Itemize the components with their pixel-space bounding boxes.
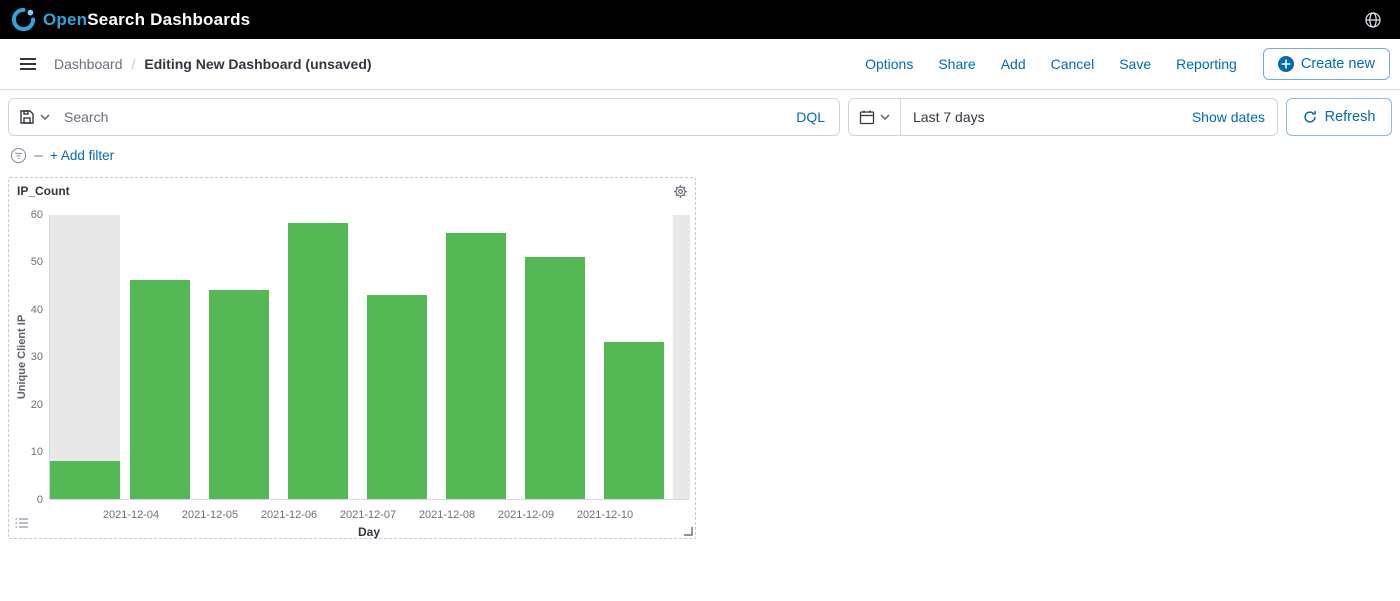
share-button[interactable]: Share [938,56,975,72]
date-quick-select-button[interactable] [849,99,901,135]
chevron-down-icon [880,114,890,120]
chart-bar[interactable] [130,280,190,499]
filter-icon [10,147,27,164]
x-axis-tick-label: 2021-12-06 [261,509,317,521]
chart-bar[interactable] [209,290,269,499]
x-axis-title: Day [358,525,380,539]
breadcrumb-dashboard-link[interactable]: Dashboard [54,56,123,72]
add-filter-button[interactable]: + Add filter [50,148,114,163]
legend-toggle-button[interactable] [13,515,31,534]
query-language-button[interactable]: DQL [782,109,839,125]
chart-bar[interactable] [367,295,427,499]
partial-bucket-band [673,215,690,499]
partial-bucket-band [50,215,120,499]
panel-resize-handle[interactable] [683,526,693,536]
saved-query-icon [19,109,35,125]
cancel-button[interactable]: Cancel [1051,56,1095,72]
options-button[interactable]: Options [865,56,913,72]
date-picker: Last 7 days Show dates [848,98,1278,136]
save-button[interactable]: Save [1119,56,1151,72]
panel-title: IP_Count [17,184,70,198]
chart-bar[interactable] [446,233,506,499]
filter-bar: + Add filter [0,136,1400,164]
y-axis-tick-label: 10 [23,446,43,458]
x-axis-tick-label: 2021-12-08 [419,509,475,521]
opensearch-logo-icon [12,8,35,31]
reporting-button[interactable]: Reporting [1176,56,1237,72]
dashboard-toolbar: Dashboard / Editing New Dashboard (unsav… [0,39,1400,90]
y-axis-tick-label: 20 [23,399,43,411]
chevron-down-icon [40,114,50,120]
toolbar-menu: Options Share Add Cancel Save Reporting [865,56,1237,72]
top-header-bar: OpenSearch Dashboards [0,0,1400,39]
query-bar: DQL Last 7 days Show dates [0,90,1400,136]
globe-icon [1364,11,1382,29]
dashboard-panel: IP_Count Unique Client IP Day 0102030405… [8,177,696,539]
resize-corner-icon [683,526,693,536]
refresh-button[interactable]: Refresh [1286,98,1392,136]
y-axis-tick-label: 30 [23,351,43,363]
gear-icon [673,184,688,199]
chart-bar[interactable] [525,257,585,499]
breadcrumb-current: Editing New Dashboard (unsaved) [144,56,371,72]
legend-list-icon [15,517,29,529]
opensearch-dashboards-app: OpenSearch Dashboards Dashboard / Editin… [0,0,1400,539]
logo-text: OpenSearch Dashboards [43,10,250,30]
y-axis-tick-label: 40 [23,304,43,316]
y-axis-tick-label: 0 [23,494,43,506]
y-axis-tick-label: 60 [23,209,43,221]
create-new-button[interactable]: Create new [1263,48,1390,80]
x-axis-tick-label: 2021-12-07 [340,509,396,521]
filter-dash [34,155,43,157]
nav-menu-button[interactable] [16,53,40,75]
plus-in-circle-icon [1278,56,1294,72]
plot-area [49,215,689,500]
globe-button[interactable] [1360,7,1386,33]
refresh-icon [1303,110,1317,124]
breadcrumb: Dashboard / Editing New Dashboard (unsav… [54,56,372,72]
chart-bar[interactable] [50,461,120,499]
search-box: DQL [8,98,840,136]
breadcrumb-separator: / [132,56,136,72]
search-input[interactable] [60,99,782,135]
saved-queries-button[interactable] [9,99,60,135]
create-new-label: Create new [1301,56,1375,72]
chart-bar[interactable] [288,223,348,499]
y-axis-tick-label: 50 [23,256,43,268]
x-axis-tick-label: 2021-12-05 [182,509,238,521]
show-dates-button[interactable]: Show dates [1180,109,1277,125]
add-button[interactable]: Add [1001,56,1026,72]
x-axis-tick-label: 2021-12-09 [498,509,554,521]
x-axis-tick-label: 2021-12-10 [577,509,633,521]
chart-bar[interactable] [604,342,664,499]
calendar-icon [859,109,875,125]
opensearch-logo[interactable]: OpenSearch Dashboards [12,8,250,31]
time-range-value[interactable]: Last 7 days [901,109,1180,125]
hamburger-icon [20,57,36,71]
panel-options-button[interactable] [671,182,690,204]
x-axis-tick-label: 2021-12-04 [103,509,159,521]
refresh-label: Refresh [1325,109,1376,125]
